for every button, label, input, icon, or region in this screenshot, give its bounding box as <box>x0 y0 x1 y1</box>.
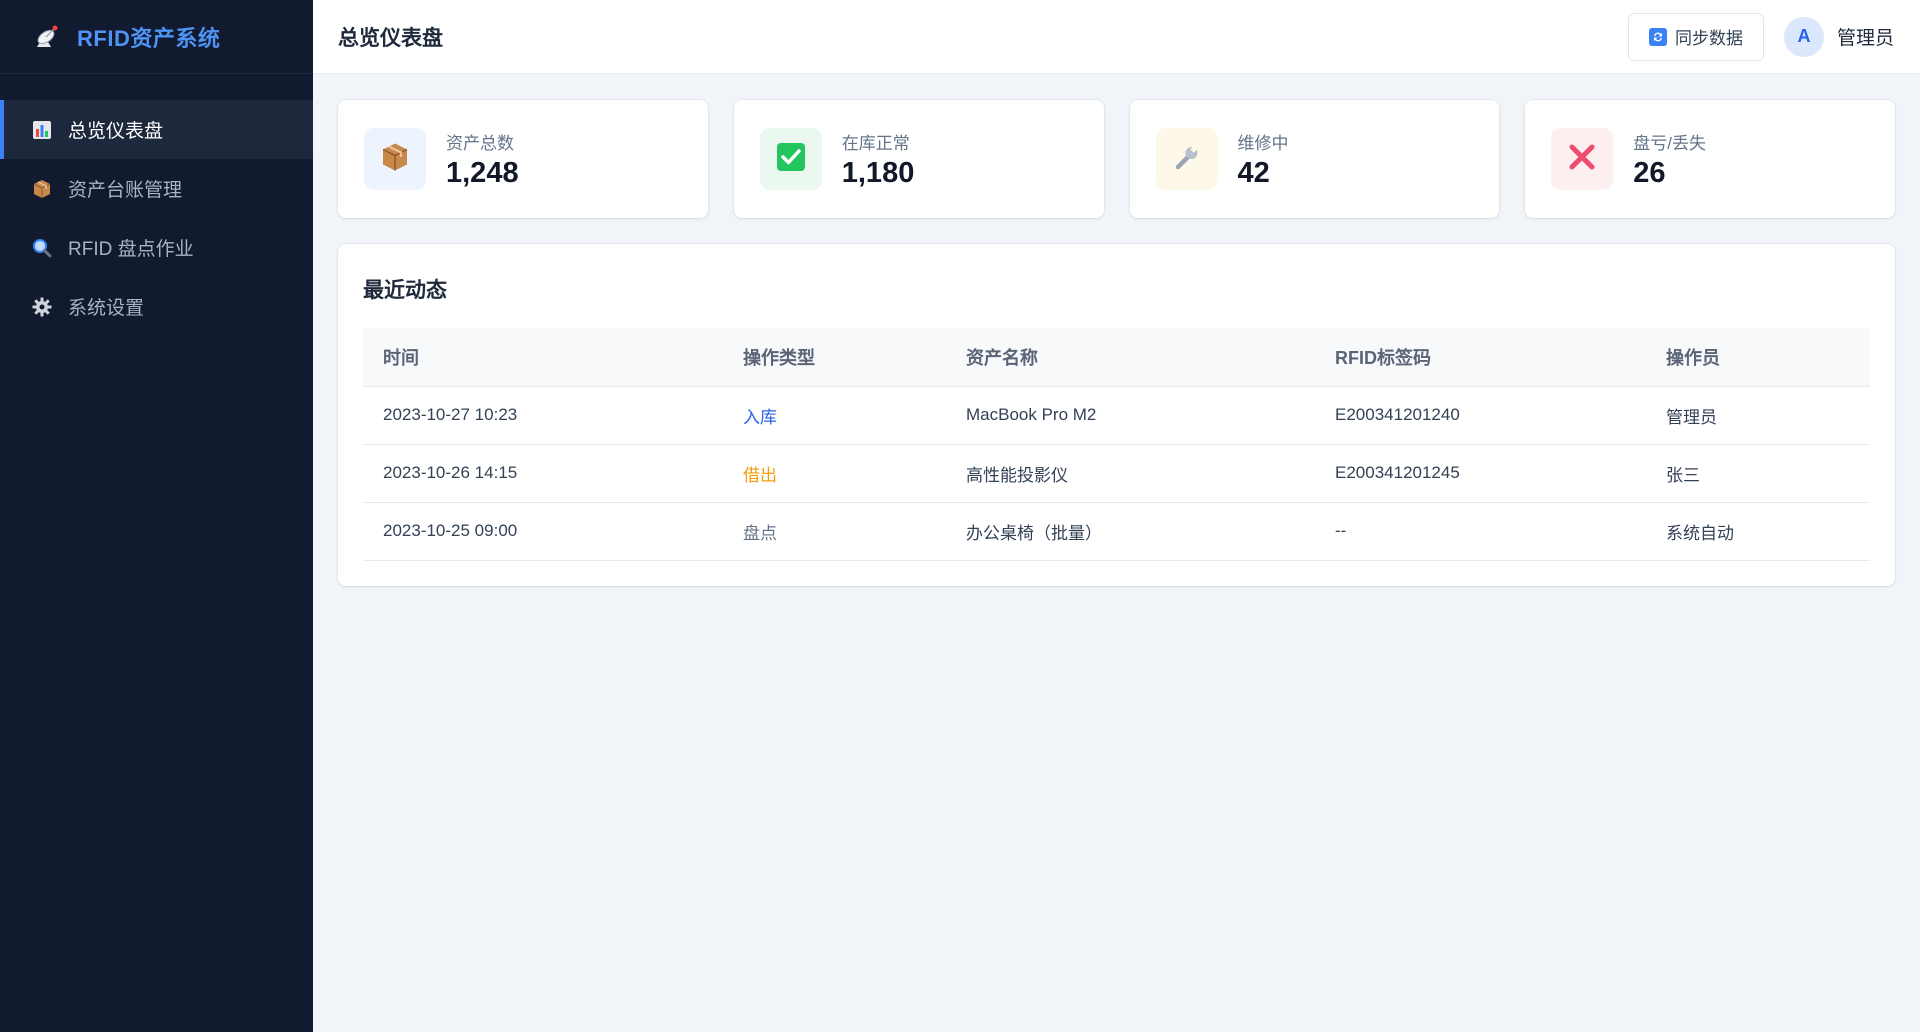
cell-rfid-tag: E200341201245 <box>1315 444 1646 503</box>
cell-operator: 管理员 <box>1646 386 1870 445</box>
sidebar-item-label: 总览仪表盘 <box>68 121 164 142</box>
sidebar-item-settings[interactable]: 系统设置 <box>0 277 313 336</box>
sync-data-button[interactable]: 同步数据 <box>1627 12 1764 61</box>
magnifier-icon <box>31 237 52 258</box>
sidebar-item-dashboard[interactable]: 总览仪表盘 <box>0 100 313 159</box>
stat-label: 在库正常 <box>841 133 910 153</box>
sidebar-item-assets[interactable]: 资产台账管理 <box>0 159 313 218</box>
check-icon <box>776 142 806 177</box>
refresh-icon <box>1648 27 1667 46</box>
stat-text: 维修中 42 <box>1238 129 1289 190</box>
cell-rfid-tag: -- <box>1315 502 1646 561</box>
sidebar-item-label: 系统设置 <box>68 298 145 319</box>
topbar-actions: 同步数据 A 管理员 <box>1627 12 1894 61</box>
column-header-type: 操作类型 <box>723 328 946 387</box>
table-row[interactable]: 2023-10-27 10:23 入库 MacBook Pro M2 E2003… <box>363 386 1870 445</box>
cell-type: 盘点 <box>723 502 946 561</box>
sidebar-item-label: 资产台账管理 <box>68 180 183 201</box>
bar-chart-icon <box>31 119 52 140</box>
stat-card-total-assets: 资产总数 1,248 <box>338 100 708 218</box>
table-row[interactable]: 2023-10-25 09:00 盘点 办公桌椅（批量） -- 系统自动 <box>363 502 1870 561</box>
avatar[interactable]: A <box>1783 16 1824 57</box>
panel-title: 最近动态 <box>363 279 447 302</box>
cross-icon <box>1567 142 1597 177</box>
stat-label: 维修中 <box>1237 133 1289 153</box>
cell-operator: 张三 <box>1646 444 1870 503</box>
main-content: 资产总数 1,248 在库正常 1,180 维修中 42 盘亏/丢失 26 最近… <box>338 100 1895 586</box>
cell-type: 借出 <box>723 444 946 503</box>
stat-card-in-stock: 在库正常 1,180 <box>733 100 1104 218</box>
cell-asset-name: 办公桌椅（批量） <box>946 502 1315 561</box>
cell-rfid-tag: E200341201240 <box>1315 386 1646 445</box>
cell-asset-name: MacBook Pro M2 <box>946 386 1315 445</box>
column-header-operator: 操作员 <box>1646 328 1870 387</box>
sync-data-label: 同步数据 <box>1674 29 1743 48</box>
satellite-antenna-icon <box>30 20 64 54</box>
stat-label: 盘亏/丢失 <box>1633 133 1706 153</box>
cell-time: 2023-10-27 10:23 <box>363 386 723 445</box>
stat-value: 26 <box>1633 156 1666 189</box>
stat-text: 盘亏/丢失 26 <box>1633 129 1706 190</box>
stat-value: 42 <box>1237 156 1270 189</box>
cell-asset-name: 高性能投影仪 <box>946 444 1315 503</box>
table-header-row: 时间 操作类型 资产名称 RFID标签码 操作员 <box>363 328 1870 387</box>
column-header-asset-name: 资产名称 <box>946 328 1315 387</box>
user-name[interactable]: 管理员 <box>1837 23 1894 50</box>
brand: RFID资产系统 <box>0 0 313 74</box>
sidebar-item-rfid-inventory[interactable]: RFID 盘点作业 <box>0 218 313 277</box>
column-header-rfid-tag: RFID标签码 <box>1315 328 1646 387</box>
stat-value: 1,180 <box>841 156 915 189</box>
stat-value: 1,248 <box>446 156 519 189</box>
cell-operator: 系统自动 <box>1646 502 1870 561</box>
stat-text: 在库正常 1,180 <box>842 129 915 190</box>
page-title: 总览仪表盘 <box>338 26 443 50</box>
sidebar-item-label: RFID 盘点作业 <box>68 239 194 260</box>
app-title: RFID资产系统 <box>77 25 221 51</box>
stat-icon-bg <box>759 128 822 190</box>
stat-icon-bg <box>1155 128 1218 190</box>
top-bar: 总览仪表盘 同步数据 A 管理员 <box>313 0 1920 74</box>
wrench-icon <box>1172 142 1202 177</box>
package-icon <box>380 142 410 177</box>
stat-icon-bg <box>1551 128 1614 190</box>
stat-icon-bg <box>364 128 426 190</box>
sidebar-nav: 总览仪表盘 资产台账管理 RFID 盘点作业 系统设置 <box>0 100 313 336</box>
gear-icon <box>31 296 52 317</box>
table-row[interactable]: 2023-10-26 14:15 借出 高性能投影仪 E200341201245… <box>363 444 1870 503</box>
stat-card-missing: 盘亏/丢失 26 <box>1525 100 1895 218</box>
cell-type: 入库 <box>723 386 946 445</box>
stat-label: 资产总数 <box>446 133 514 153</box>
package-icon <box>31 178 52 199</box>
recent-activity-panel: 最近动态 时间 操作类型 资产名称 RFID标签码 操作员 2023-10-27… <box>338 244 1895 586</box>
stat-card-under-repair: 维修中 42 <box>1129 100 1500 218</box>
sidebar: RFID资产系统 总览仪表盘 资产台账管理 RFID 盘点作业 系统设置 <box>0 0 313 1032</box>
activity-table: 时间 操作类型 资产名称 RFID标签码 操作员 2023-10-27 10:2… <box>363 328 1870 561</box>
stat-text: 资产总数 1,248 <box>446 129 519 190</box>
column-header-time: 时间 <box>363 328 723 387</box>
stats-row: 资产总数 1,248 在库正常 1,180 维修中 42 盘亏/丢失 26 <box>338 100 1895 218</box>
cell-time: 2023-10-25 09:00 <box>363 502 723 561</box>
cell-time: 2023-10-26 14:15 <box>363 444 723 503</box>
